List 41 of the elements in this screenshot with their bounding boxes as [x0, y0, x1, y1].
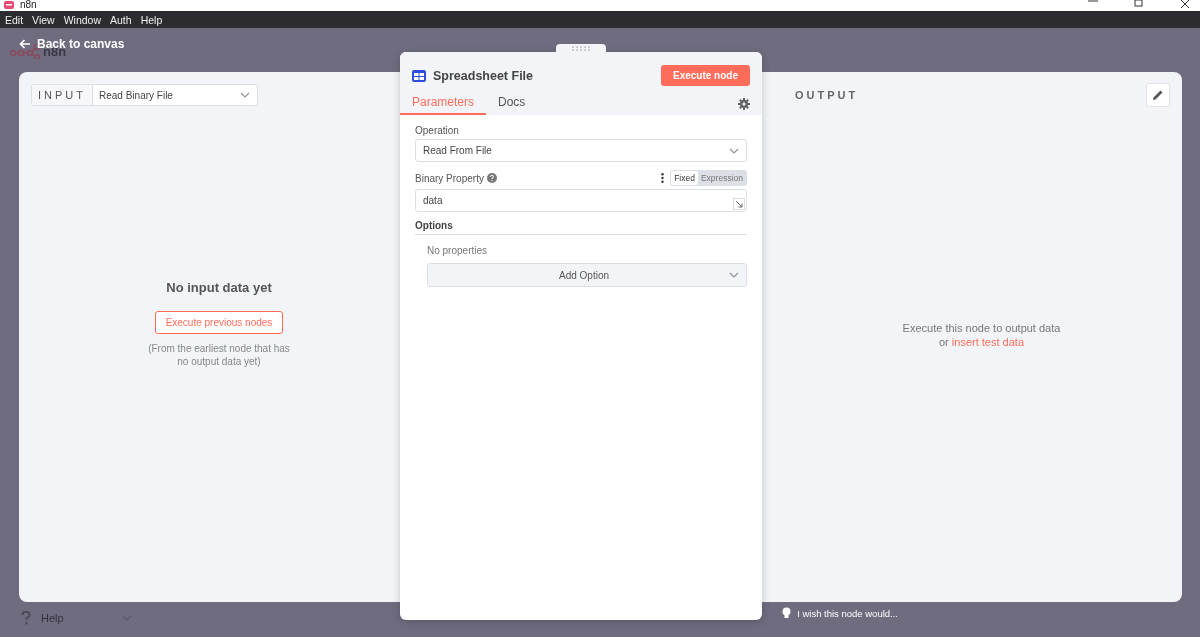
output-label: OUTPUT [795, 89, 859, 101]
arrow-left-icon [19, 39, 31, 49]
feedback-link[interactable]: I wish this node would... [782, 607, 898, 619]
empty-text: No properties [426, 244, 489, 258]
edit-button[interactable] [1146, 83, 1170, 107]
section-title: Options [415, 220, 747, 235]
expand-icon[interactable] [733, 198, 745, 210]
window-title: n8n [20, 0, 37, 9]
field-label: Binary Property [415, 172, 484, 184]
settings-icon[interactable] [738, 97, 750, 110]
lightbulb-icon [782, 607, 792, 619]
mode-option[interactable]: Expression [697, 171, 746, 185]
question-icon [21, 611, 31, 625]
close-icon[interactable] [1180, 0, 1190, 8]
menu-item[interactable]: Auth [110, 13, 132, 26]
output-hint: Execute this node to output data or insert test data [902, 320, 1061, 349]
input-label: INPUT [32, 85, 93, 105]
chevron-down-icon [728, 270, 740, 280]
mode-option[interactable]: Fixed [671, 171, 698, 185]
menu-item[interactable]: View [32, 13, 55, 26]
menu-item[interactable]: Window [63, 13, 102, 26]
pencil-icon [1152, 89, 1164, 101]
table-icon [412, 69, 426, 82]
empty-title: No input data yet [166, 280, 272, 295]
help-icon [486, 173, 497, 183]
maximize-icon[interactable] [1134, 0, 1144, 8]
more-options-icon[interactable] [661, 173, 665, 183]
node-title: Spreadsheet File [433, 68, 534, 83]
drag-handle[interactable] [556, 44, 606, 53]
menu-item[interactable]: Help [140, 13, 163, 26]
menu-item[interactable]: Edit [5, 13, 24, 26]
tab[interactable]: Docs [486, 92, 538, 115]
add-option-button[interactable]: Add Option [427, 263, 747, 287]
select-value: Read Binary File [98, 89, 174, 101]
field-label: Operation [415, 125, 459, 136]
input-field[interactable]: data [415, 189, 747, 212]
grip-icon [571, 46, 591, 51]
select-field[interactable]: Read From File [415, 139, 747, 162]
node-select[interactable]: INPUT Read Binary File [31, 84, 258, 106]
empty-hint: (From the earliest node that has no output data yet) [147, 342, 291, 368]
chevron-down-icon [239, 90, 251, 100]
